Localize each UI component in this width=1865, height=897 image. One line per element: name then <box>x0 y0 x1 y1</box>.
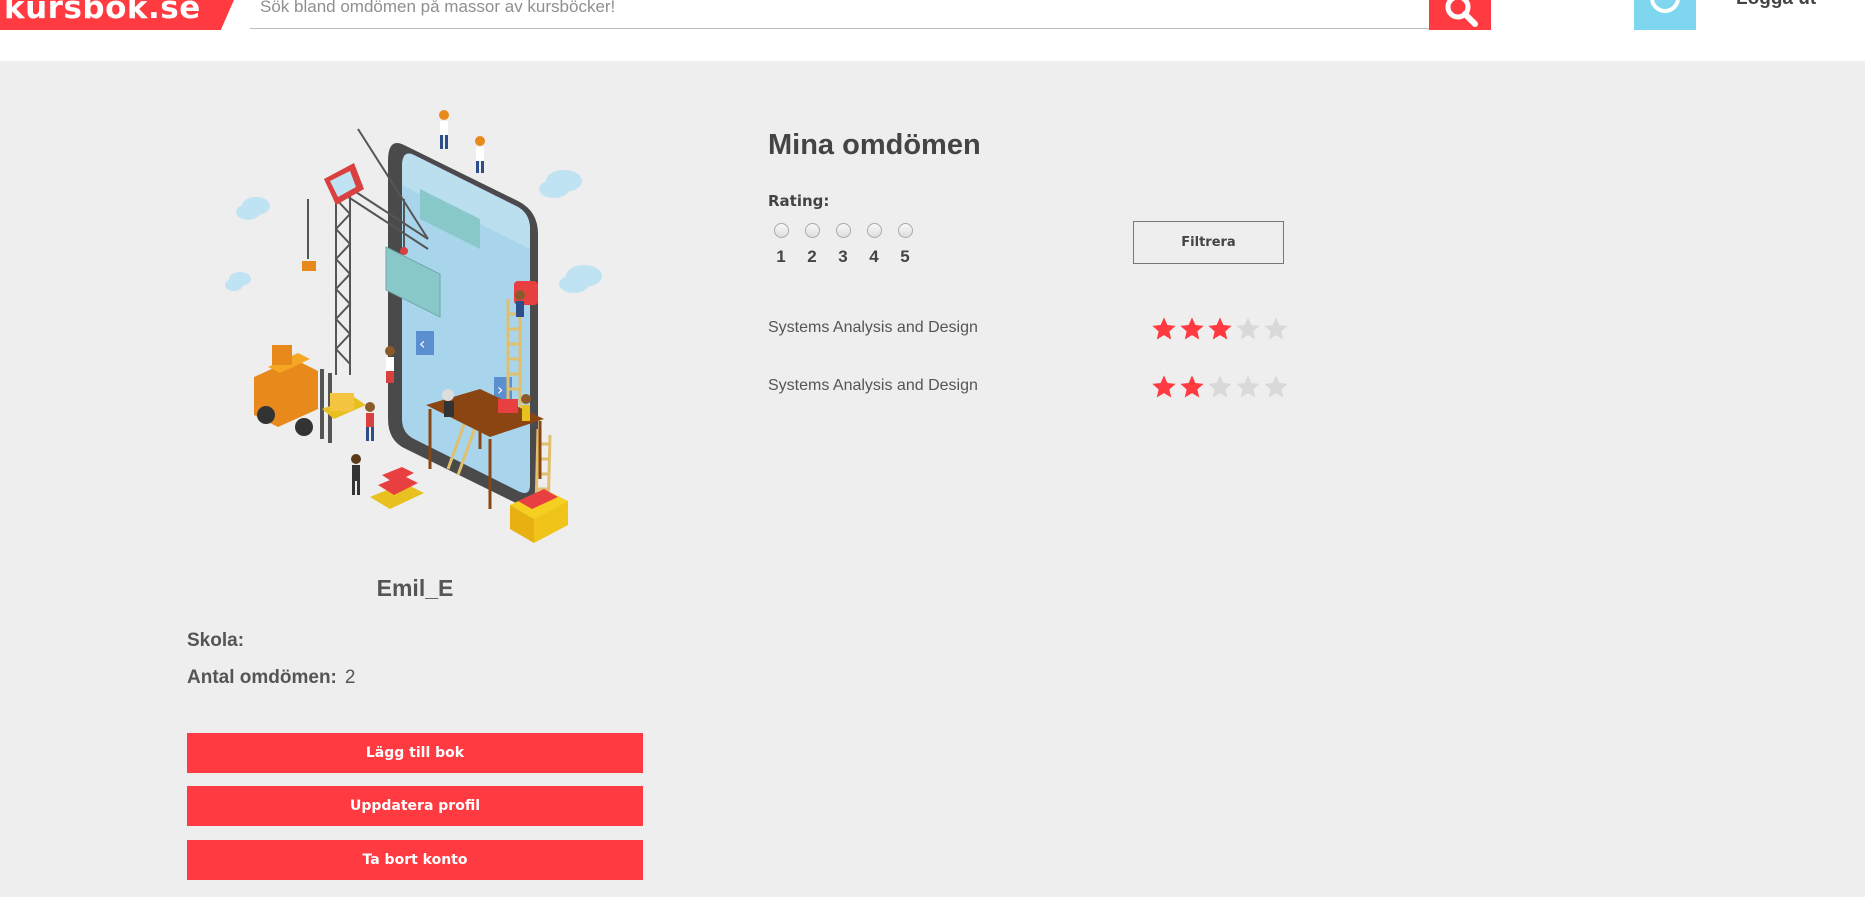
school-row: Skola: <box>187 630 252 652</box>
logo[interactable]: kursbok.se <box>0 0 240 30</box>
search-bar <box>250 0 1430 29</box>
rating-filter-label: Rating: <box>768 192 830 210</box>
rating-radio-3[interactable] <box>836 223 851 238</box>
delete-account-button[interactable]: Ta bort konto <box>187 840 643 880</box>
review-count-value: 2 <box>344 667 356 688</box>
star-filled-icon <box>1150 315 1178 343</box>
add-book-button[interactable]: Lägg till bok <box>187 733 643 773</box>
rating-radio-label-5: 5 <box>900 247 910 266</box>
star-empty-icon <box>1262 315 1290 343</box>
profile-username: Emil_E <box>376 575 454 601</box>
review-count-row: Antal omdömen: 2 <box>187 667 355 689</box>
logout-link[interactable]: Logga ut <box>1736 0 1816 10</box>
top-header: kursbok.se Logga ut <box>0 0 1865 61</box>
rating-radio-2[interactable] <box>805 223 820 238</box>
star-empty-icon <box>1234 373 1262 401</box>
reviews-title: Mina omdömen <box>768 129 981 161</box>
logo-text: kursbok.se <box>4 0 201 26</box>
rating-radio-5[interactable] <box>898 223 913 238</box>
review-book-title[interactable]: Systems Analysis and Design <box>768 377 978 395</box>
rating-radio-label-2: 2 <box>807 247 817 266</box>
star-empty-icon <box>1206 373 1234 401</box>
avatar[interactable] <box>1634 0 1696 30</box>
svg-text:›: › <box>497 380 503 399</box>
star-rating <box>1150 315 1290 348</box>
star-filled-icon <box>1178 315 1206 343</box>
construction-illustration: ‹ › <box>225 110 602 543</box>
main-content: ‹ › Emil_E Skola: Antal omdömen: 2 Lägg … <box>0 61 1865 897</box>
search-input[interactable] <box>260 0 1410 28</box>
rating-radio-1[interactable] <box>774 223 789 238</box>
rating-radio-label-1: 1 <box>776 247 786 266</box>
update-profile-button[interactable]: Uppdatera profil <box>187 786 643 826</box>
rating-radio-label-4: 4 <box>869 247 879 266</box>
review-item[interactable]: Systems Analysis and Design <box>768 373 1298 403</box>
star-filled-icon <box>1150 373 1178 401</box>
star-filled-icon <box>1178 373 1206 401</box>
search-icon <box>1445 0 1478 27</box>
rating-radio-label-3: 3 <box>838 247 848 266</box>
star-filled-icon <box>1206 315 1234 343</box>
rating-radio-4[interactable] <box>867 223 882 238</box>
star-empty-icon <box>1234 315 1262 343</box>
filter-button[interactable]: Filtrera <box>1133 221 1284 264</box>
search-button[interactable] <box>1429 0 1491 30</box>
svg-text:‹: ‹ <box>419 334 425 353</box>
star-rating <box>1150 373 1290 406</box>
school-label: Skola: <box>187 630 245 651</box>
review-count-label: Antal omdömen: <box>187 667 337 688</box>
review-item[interactable]: Systems Analysis and Design <box>768 315 1298 345</box>
star-empty-icon <box>1262 373 1290 401</box>
user-avatar-icon <box>1650 0 1680 13</box>
review-book-title[interactable]: Systems Analysis and Design <box>768 319 978 337</box>
